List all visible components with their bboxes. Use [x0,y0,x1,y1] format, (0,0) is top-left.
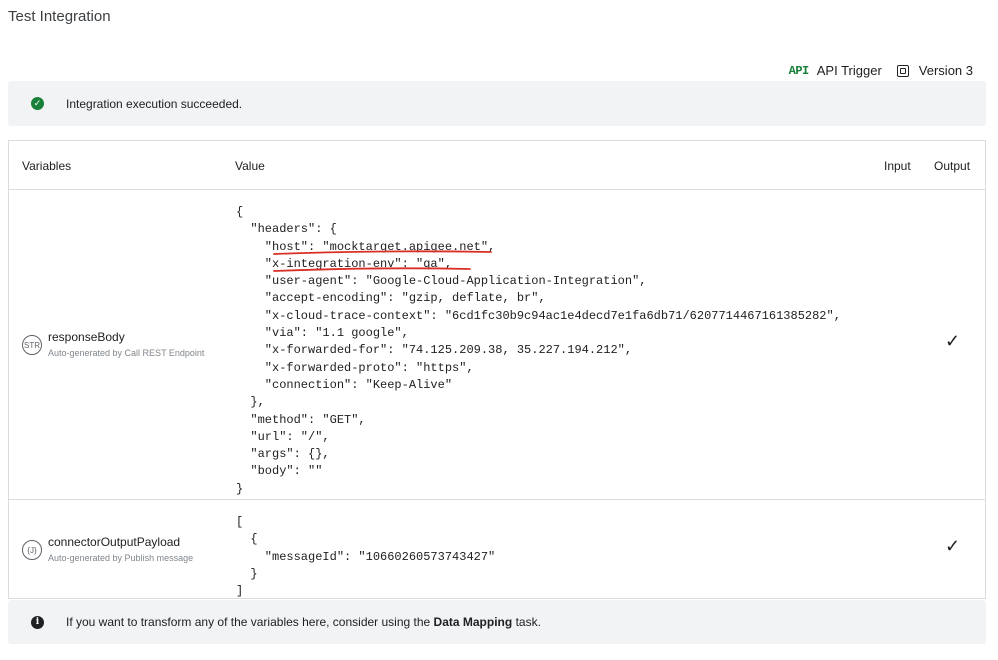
variable-value: { "headers": { "host": "mocktarget.apige… [236,205,841,496]
header-value: Value [235,159,265,173]
variable-description: Auto-generated by Publish message [48,553,194,563]
version-icon [896,64,909,77]
trigger-label: API Trigger [816,63,882,78]
check-circle-icon: ✓ [31,97,44,110]
success-message: Integration execution succeeded. [66,96,243,111]
info-icon: i [31,615,44,629]
variable-name: connectorOutputPayload [48,535,181,549]
output-check-icon: ✓ [945,536,961,556]
info-text-after: task. [515,615,541,629]
header-output: Output [934,159,971,173]
integration-meta: API API Trigger Version 3 [789,63,973,78]
variable-value: [ { "messageId": "10660260573743427" } ] [236,515,496,599]
success-banner: ✓ Integration execution succeeded. [8,81,986,126]
table-header: Variables Value Input Output [9,141,985,190]
json-type-icon: {J} [22,540,42,560]
info-text-before: If you want to transform any of the vari… [66,615,431,629]
table-row[interactable]: {J} connectorOutputPayload Auto-generate… [9,500,985,599]
output-check-icon: ✓ [945,331,961,351]
variable-description: Auto-generated by Call REST Endpoint [48,348,205,358]
page-title: Test Integration [8,8,111,25]
api-icon: API [788,63,810,78]
version-label: Version 3 [918,63,973,78]
header-variables: Variables [22,159,72,173]
header-input: Input [884,159,911,173]
version-info: Version 3 [882,63,973,78]
info-message: If you want to transform any of the vari… [66,615,541,629]
trigger-info: API API Trigger [789,63,882,78]
string-type-icon: STR [22,335,42,355]
info-banner: i If you want to transform any of the va… [8,600,986,644]
variable-name: responseBody [48,330,125,344]
table-row[interactable]: STR responseBody Auto-generated by Call … [9,190,985,500]
data-mapping-link[interactable]: Data Mapping [434,615,513,629]
variables-table: Variables Value Input Output STR respons… [8,140,986,599]
